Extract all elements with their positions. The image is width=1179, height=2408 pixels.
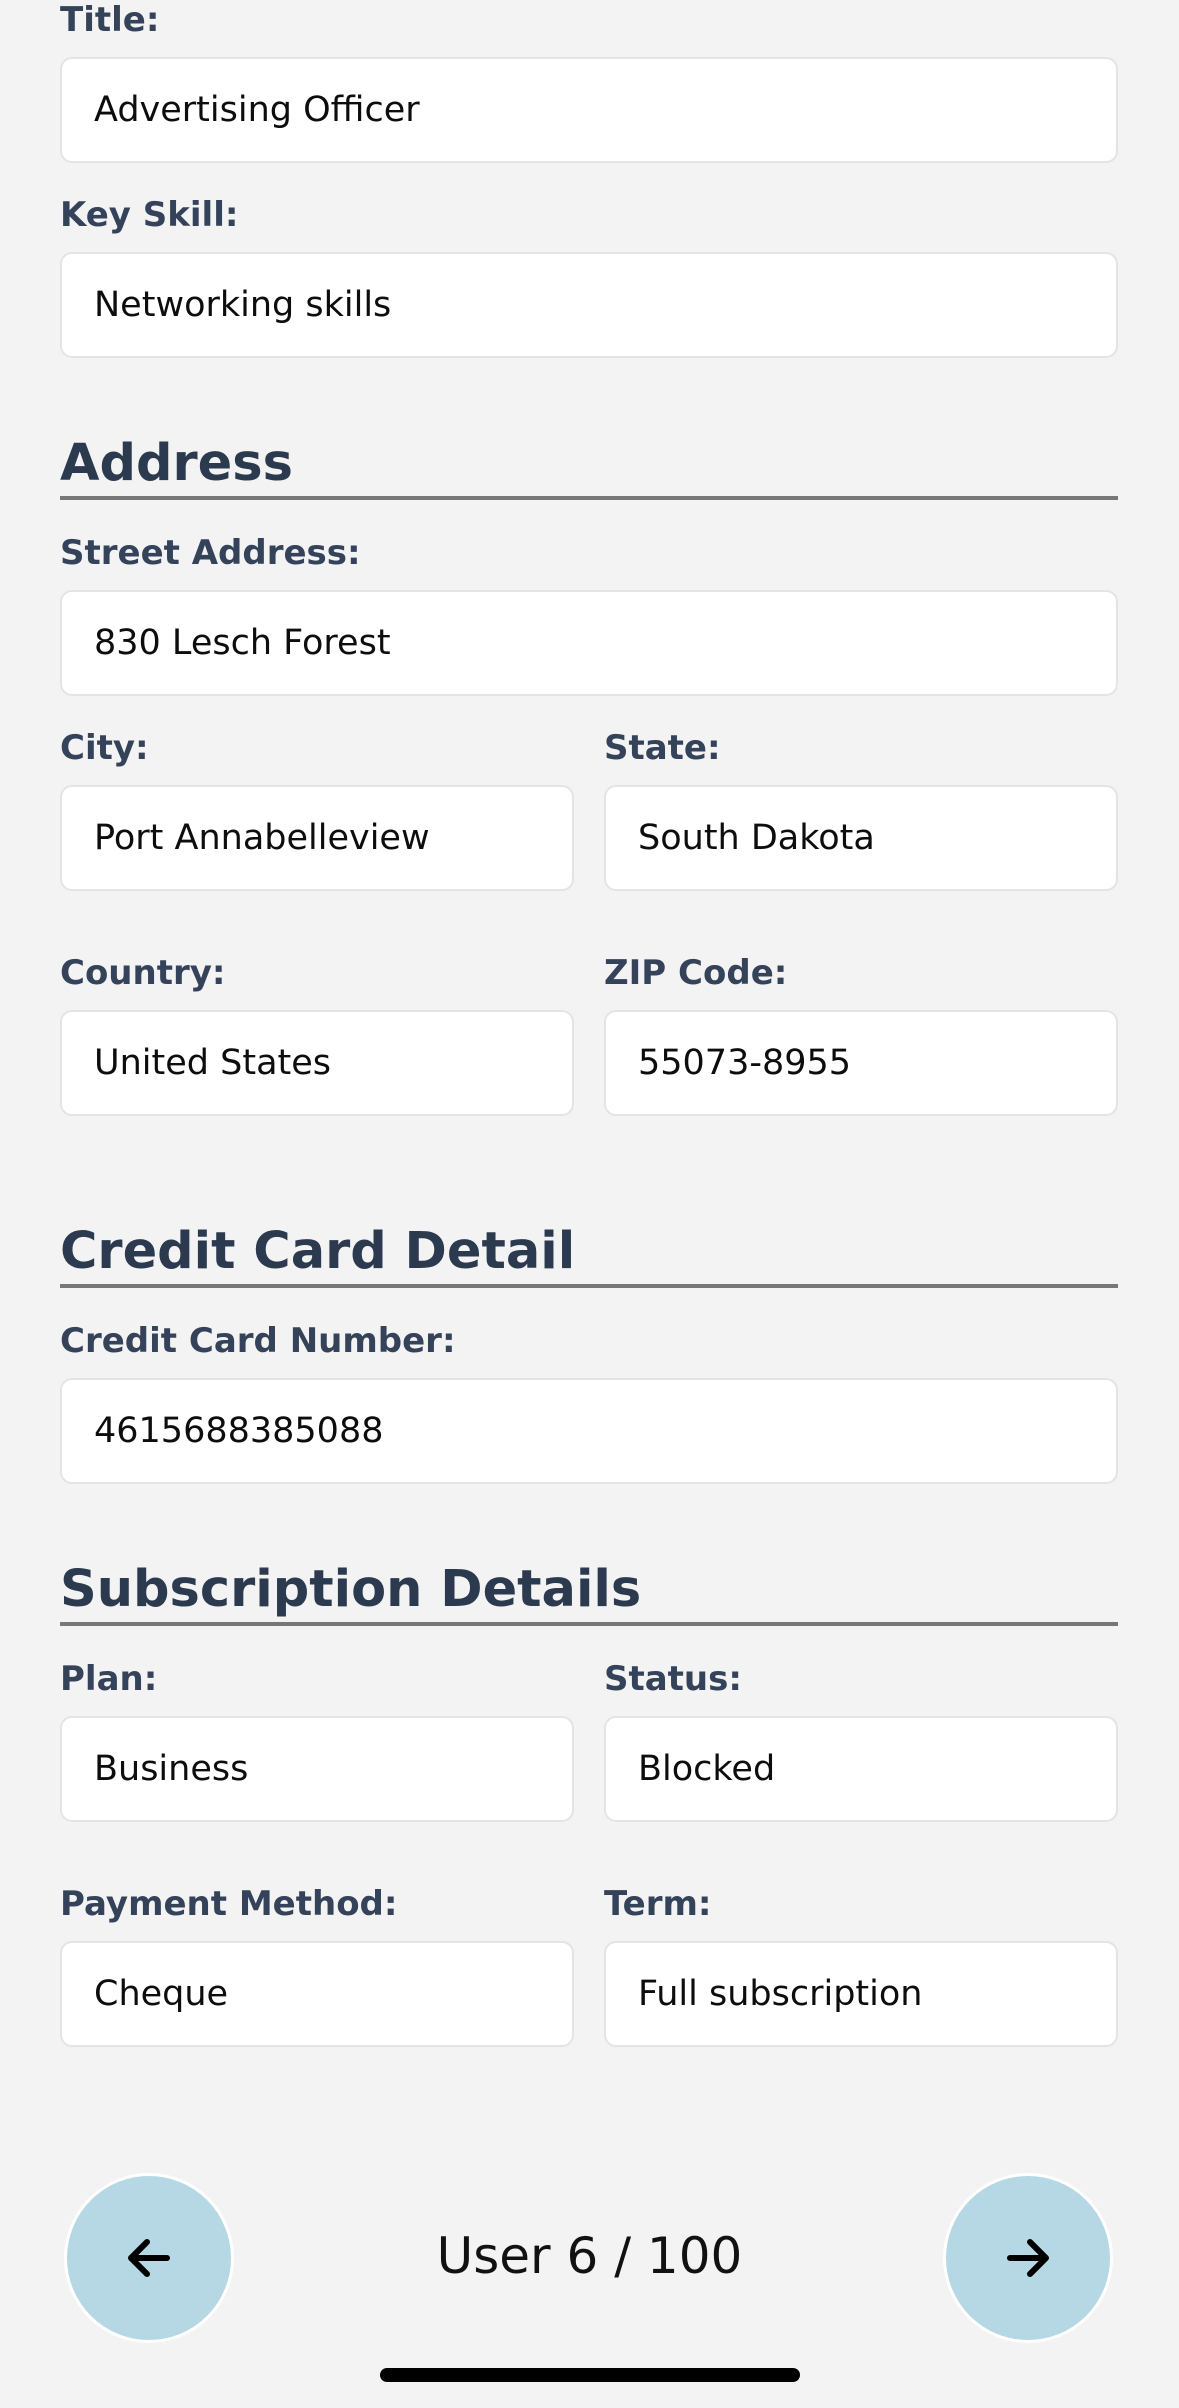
arrow-right-icon <box>1007 2239 1049 2277</box>
home-indicator[interactable] <box>380 2368 800 2382</box>
credit-card-number-label: Credit Card Number: <box>60 1321 456 1361</box>
term-field[interactable]: Full subscription <box>604 1941 1118 2047</box>
status-label: Status: <box>604 1659 742 1699</box>
term-label: Term: <box>604 1884 712 1924</box>
subscription-divider <box>60 1622 1118 1626</box>
address-heading: Address <box>60 434 293 493</box>
plan-field[interactable]: Business <box>60 1716 574 1822</box>
title-field[interactable]: Advertising Officer <box>60 57 1118 163</box>
status-field[interactable]: Blocked <box>604 1716 1118 1822</box>
country-label: Country: <box>60 953 226 993</box>
key-skill-field[interactable]: Networking skills <box>60 252 1118 358</box>
street-address-field[interactable]: 830 Lesch Forest <box>60 590 1118 696</box>
street-address-label: Street Address: <box>60 533 361 573</box>
next-user-button[interactable] <box>943 2173 1113 2343</box>
city-label: City: <box>60 728 149 768</box>
subscription-heading: Subscription Details <box>60 1560 642 1619</box>
plan-label: Plan: <box>60 1659 158 1699</box>
credit-card-divider <box>60 1284 1118 1288</box>
address-divider <box>60 496 1118 500</box>
zip-code-field[interactable]: 55073-8955 <box>604 1010 1118 1116</box>
state-field[interactable]: South Dakota <box>604 785 1118 891</box>
state-label: State: <box>604 728 721 768</box>
credit-card-heading: Credit Card Detail <box>60 1222 576 1281</box>
city-field[interactable]: Port Annabelleview <box>60 785 574 891</box>
zip-code-label: ZIP Code: <box>604 953 788 993</box>
country-field[interactable]: United States <box>60 1010 574 1116</box>
credit-card-number-field[interactable]: 4615688385088 <box>60 1378 1118 1484</box>
title-label: Title: <box>60 0 160 40</box>
payment-method-label: Payment Method: <box>60 1884 398 1924</box>
payment-method-field[interactable]: Cheque <box>60 1941 574 2047</box>
key-skill-label: Key Skill: <box>60 195 239 235</box>
